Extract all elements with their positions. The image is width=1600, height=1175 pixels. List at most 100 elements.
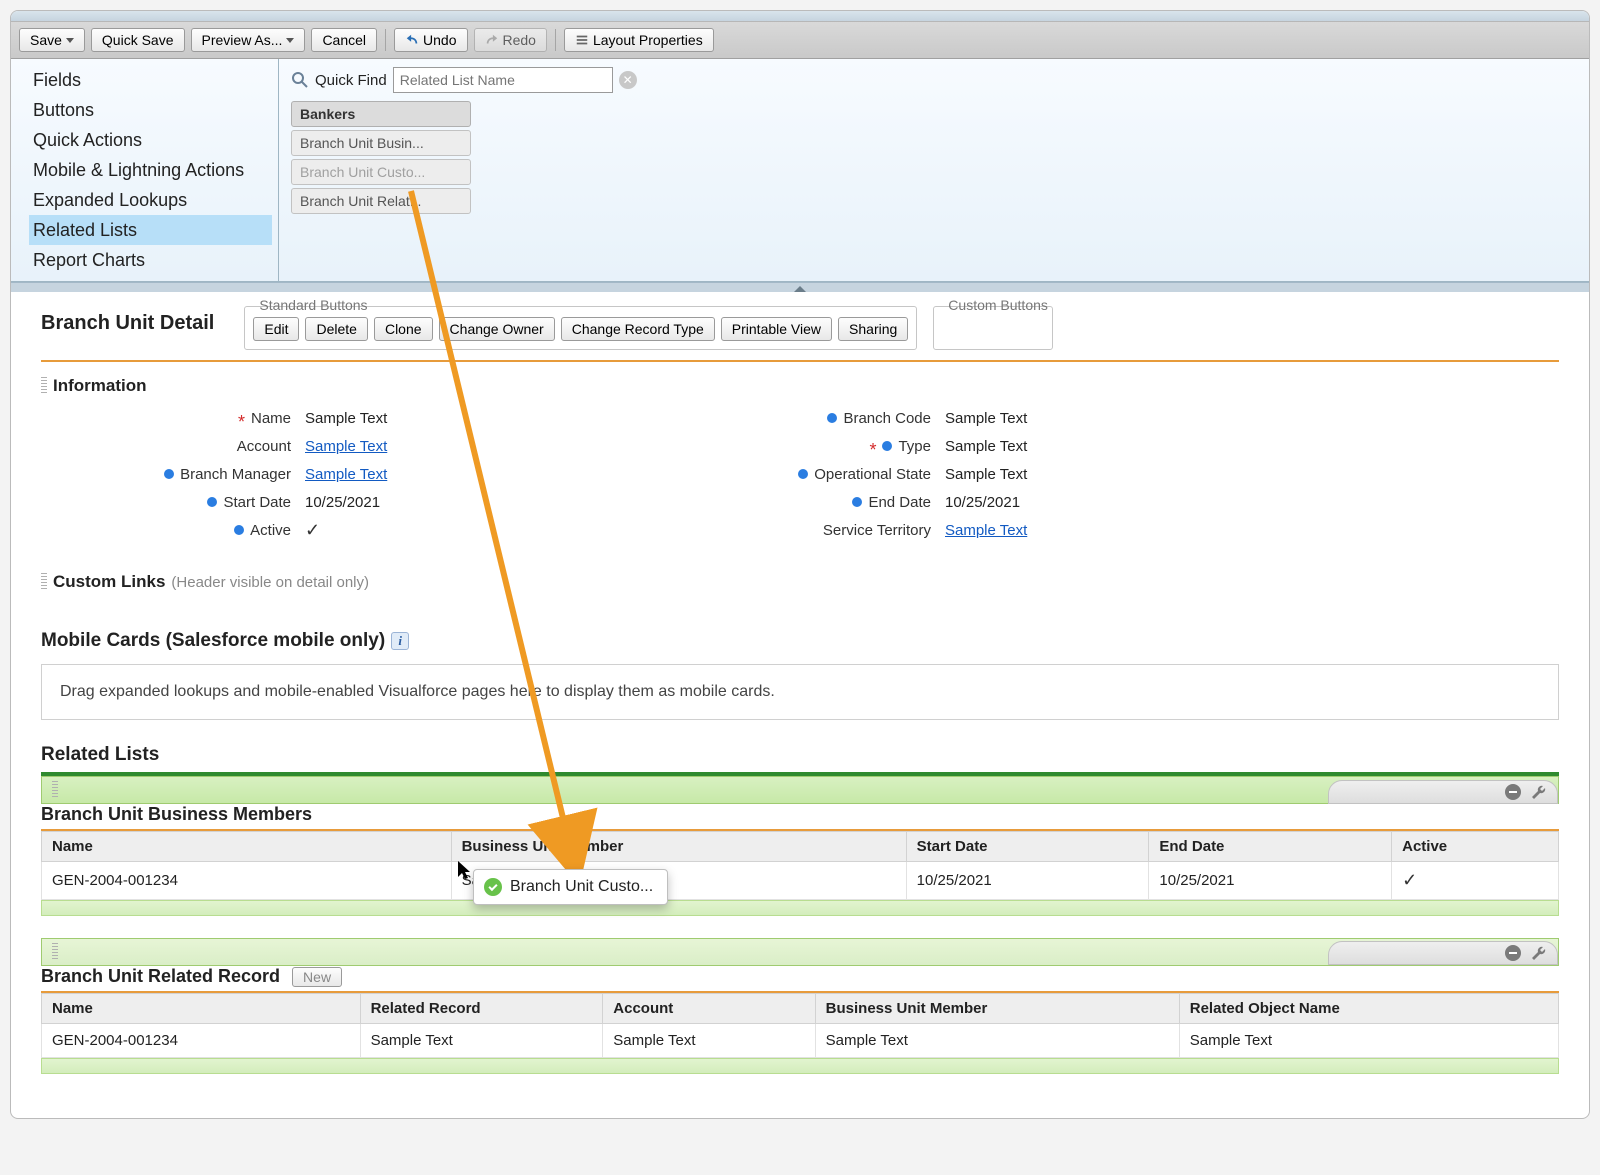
cancel-button[interactable]: Cancel (311, 28, 377, 52)
remove-icon[interactable] (1505, 784, 1521, 800)
field-label-text: Branch Code (843, 410, 931, 427)
field-row: End Date 10/25/2021 (681, 488, 1241, 516)
field-value: 10/25/2021 (945, 494, 1020, 511)
field-row: * Type Sample Text (681, 432, 1241, 460)
field-row: Service TerritorySample Text (681, 516, 1241, 544)
layout-properties-button[interactable]: Layout Properties (564, 28, 714, 52)
info-icon[interactable]: i (391, 632, 409, 650)
sidebar-item-quick-actions[interactable]: Quick Actions (29, 125, 272, 155)
field-row: Active✓ (41, 516, 601, 544)
table-cell: GEN-2004-001234 (42, 862, 452, 900)
custom-dot-icon (852, 497, 862, 507)
field-value: Sample Text (945, 466, 1027, 483)
custom-dot-icon (207, 497, 217, 507)
undo-button[interactable]: Undo (394, 28, 467, 52)
table-cell: 10/25/2021 (906, 862, 1149, 900)
related-list-title-business-members: Branch Unit Business Members (41, 804, 312, 825)
field-label-text: Name (251, 410, 291, 427)
sharing-button[interactable]: Sharing (838, 317, 908, 341)
palette-item-branch-unit-business[interactable]: Branch Unit Busin... (291, 130, 471, 156)
field-label-text: Start Date (223, 494, 291, 511)
field-row: Branch Manager Sample Text (41, 460, 601, 488)
section-mobile-cards: Mobile Cards (Salesforce mobile only) (41, 630, 385, 652)
field-label-text: Branch Manager (180, 466, 291, 483)
required-icon: * (869, 445, 876, 455)
wrench-icon[interactable] (1531, 784, 1547, 800)
table-cell: Sample Text (1179, 1024, 1558, 1058)
edit-button[interactable]: Edit (253, 317, 299, 341)
column-header: Start Date (906, 832, 1149, 862)
palette-collapse-handle[interactable] (11, 282, 1589, 292)
custom-dot-icon (827, 413, 837, 423)
table-cell: Sample Text (360, 1024, 603, 1058)
sidebar-item-expanded-lookups[interactable]: Expanded Lookups (29, 185, 272, 215)
column-header: Active (1392, 832, 1559, 862)
column-header: Business Unit Member (451, 832, 906, 862)
quick-find-input[interactable] (393, 67, 613, 93)
clear-search-icon[interactable]: ✕ (619, 71, 637, 89)
field-value: Sample Text (945, 410, 1027, 427)
redo-button[interactable]: Redo (474, 28, 547, 52)
sidebar-item-fields[interactable]: Fields (29, 65, 272, 95)
change-owner-button[interactable]: Change Owner (439, 317, 555, 341)
sidebar-item-buttons[interactable]: Buttons (29, 95, 272, 125)
palette-item-branch-unit-related[interactable]: Branch Unit Relat... (291, 188, 471, 214)
table-cell: 10/25/2021 (1149, 862, 1392, 900)
column-header: Name (42, 994, 361, 1024)
table-cell: Sample Text (815, 1024, 1179, 1058)
change-record-type-button[interactable]: Change Record Type (561, 317, 715, 341)
editor-toolbar: Save Quick Save Preview As... Cancel Und… (11, 21, 1589, 59)
table-cell: ✓ (1392, 862, 1559, 900)
custom-dot-icon (164, 469, 174, 479)
field-value[interactable]: Sample Text (305, 466, 387, 483)
quick-save-button[interactable]: Quick Save (91, 28, 185, 52)
field-value: ✓ (305, 520, 320, 541)
sidebar-item-related-lists[interactable]: Related Lists (29, 215, 272, 245)
related-list-drop-target[interactable] (41, 776, 1559, 804)
custom-buttons-legend: Custom Buttons (944, 297, 1052, 313)
column-header: Related Object Name (1179, 994, 1558, 1024)
table-cell: GEN-2004-001234 (42, 1024, 361, 1058)
preview-as-button[interactable]: Preview As... (191, 28, 306, 52)
field-label-text: Operational State (814, 466, 931, 483)
field-value: 10/25/2021 (305, 494, 380, 511)
new-button[interactable]: New (292, 967, 342, 987)
field-value[interactable]: Sample Text (305, 438, 387, 455)
custom-links-hint: (Header visible on detail only) (171, 574, 369, 591)
caret-down-icon (286, 38, 294, 43)
field-label-text: Account (237, 438, 291, 455)
field-value: Sample Text (305, 410, 387, 427)
field-label-text: Type (898, 438, 931, 455)
custom-dot-icon (798, 469, 808, 479)
table-cell: Sample Text (451, 862, 906, 900)
required-icon: * (238, 417, 245, 427)
section-related-lists: Related Lists (41, 744, 1559, 766)
field-row: Account Sample Text (41, 432, 601, 460)
field-value: Sample Text (945, 438, 1027, 455)
field-label-text: End Date (868, 494, 931, 511)
search-icon (291, 71, 309, 89)
clone-button[interactable]: Clone (374, 317, 433, 341)
quick-find-label: Quick Find (315, 72, 387, 89)
sidebar-item-mobile-actions[interactable]: Mobile & Lightning Actions (29, 155, 272, 185)
printable-view-button[interactable]: Printable View (721, 317, 832, 341)
redo-icon (485, 33, 499, 47)
palette-item-branch-unit-customer[interactable]: Branch Unit Custo... (291, 159, 471, 185)
chevron-up-icon (794, 286, 806, 292)
field-value[interactable]: Sample Text (945, 522, 1027, 539)
sidebar-item-report-charts[interactable]: Report Charts (29, 245, 272, 275)
wrench-icon[interactable] (1531, 945, 1547, 961)
save-button[interactable]: Save (19, 28, 85, 52)
palette-item-bankers[interactable]: Bankers (291, 101, 471, 127)
mobile-cards-dropzone[interactable]: Drag expanded lookups and mobile-enabled… (41, 664, 1559, 720)
related-list-bottom-dropzone[interactable] (41, 900, 1559, 916)
column-header: End Date (1149, 832, 1392, 862)
delete-button[interactable]: Delete (305, 317, 367, 341)
component-palette: Fields Buttons Quick Actions Mobile & Li… (11, 59, 1589, 282)
column-header: Business Unit Member (815, 994, 1179, 1024)
field-row: Start Date 10/25/2021 (41, 488, 601, 516)
custom-dot-icon (882, 441, 892, 451)
custom-dot-icon (234, 525, 244, 535)
related-list-bottom-dropzone[interactable] (41, 1058, 1559, 1074)
remove-icon[interactable] (1505, 945, 1521, 961)
